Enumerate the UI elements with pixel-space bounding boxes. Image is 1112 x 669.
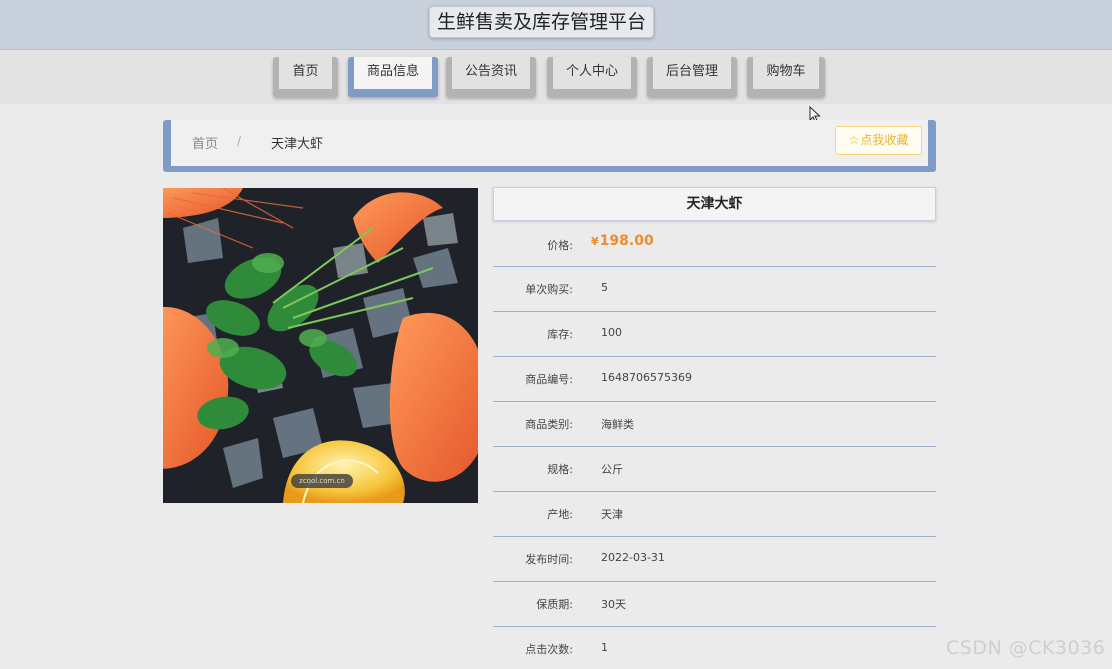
- favorite-button[interactable]: ☆点我收藏: [835, 126, 922, 155]
- detail-label: 点击次数:: [525, 643, 573, 656]
- detail-value: 30天: [601, 598, 626, 611]
- nav-item-label: 首页: [279, 57, 332, 89]
- price-label: 价格:: [547, 239, 573, 252]
- detail-value: 公斤: [601, 463, 623, 476]
- nav-item-label: 商品信息: [354, 57, 432, 89]
- detail-row: 商品类别: 海鲜类: [493, 402, 936, 447]
- detail-value: 2022-03-31: [601, 551, 665, 564]
- csdn-watermark: CSDN @CK3036: [946, 637, 1106, 659]
- detail-row: 产地: 天津: [493, 492, 936, 537]
- site-header: 生鲜售卖及库存管理平台: [0, 0, 1112, 50]
- price-amount: 198.00: [599, 233, 654, 249]
- nav-item-label: 公告资讯: [452, 57, 530, 89]
- currency-symbol: ¥: [591, 235, 599, 248]
- detail-label: 库存:: [547, 328, 573, 341]
- breadcrumb-current: 天津大虾: [271, 137, 324, 152]
- detail-label: 单次购买:: [525, 283, 573, 296]
- detail-value: 海鲜类: [601, 418, 634, 431]
- image-watermark: zcool.com.cn: [291, 474, 353, 488]
- nav-item-news[interactable]: 公告资讯: [446, 57, 536, 97]
- nav-item-admin[interactable]: 后台管理: [647, 57, 737, 97]
- detail-row: 库存: 100: [493, 312, 936, 357]
- nav-item-label: 购物车: [753, 57, 819, 89]
- price-value: ¥198.00: [591, 233, 654, 249]
- detail-row: 保质期: 30天: [493, 582, 936, 627]
- star-outline-icon: ☆: [848, 133, 860, 147]
- detail-label: 商品类别:: [525, 418, 573, 431]
- detail-label: 产地:: [547, 508, 573, 521]
- detail-value: 100: [601, 326, 622, 339]
- detail-label: 规格:: [547, 463, 573, 476]
- detail-row: 单次购买: 5: [493, 267, 936, 312]
- site-title: 生鲜售卖及库存管理平台: [429, 6, 654, 38]
- favorite-button-label: 点我收藏: [860, 133, 909, 147]
- main-navbar: 首页 商品信息 公告资讯 个人中心 后台管理 购物车: [0, 50, 1112, 104]
- detail-label: 保质期:: [536, 598, 573, 611]
- detail-row-price: 价格: ¥198.00: [493, 221, 936, 267]
- detail-value: 1: [601, 641, 608, 654]
- nav-item-profile[interactable]: 个人中心: [547, 57, 637, 97]
- detail-label: 发布时间:: [525, 553, 573, 566]
- breadcrumb-home-link[interactable]: 首页: [192, 133, 218, 152]
- detail-value: 5: [601, 281, 608, 294]
- detail-row: 发布时间: 2022-03-31: [493, 537, 936, 582]
- product-image: zcool.com.cn: [163, 188, 478, 503]
- nav-item-products[interactable]: 商品信息: [348, 57, 438, 97]
- nav-item-label: 个人中心: [553, 57, 631, 89]
- product-details: 天津大虾 价格: ¥198.00 单次购买: 5 库存: 100 商品编号: 1…: [493, 187, 936, 669]
- detail-row: 商品编号: 1648706575369: [493, 357, 936, 402]
- breadcrumb: 首页 / 天津大虾 ☆点我收藏: [163, 120, 936, 172]
- detail-label: 商品编号:: [525, 373, 573, 386]
- detail-row: 点击次数: 1: [493, 627, 936, 669]
- detail-value: 天津: [601, 508, 623, 521]
- product-title: 天津大虾: [493, 187, 936, 221]
- nav-item-cart[interactable]: 购物车: [747, 57, 825, 97]
- detail-value: 1648706575369: [601, 371, 692, 384]
- nav-item-home[interactable]: 首页: [273, 57, 338, 97]
- nav-item-label: 后台管理: [653, 57, 731, 89]
- detail-row: 规格: 公斤: [493, 447, 936, 492]
- shrimp-photo: [163, 188, 478, 503]
- breadcrumb-separator: /: [237, 134, 242, 148]
